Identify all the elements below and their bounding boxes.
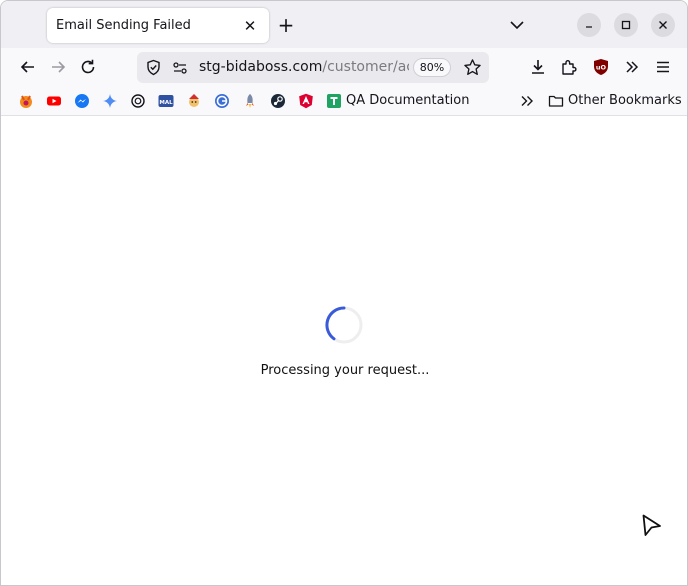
close-window-button[interactable]	[651, 13, 675, 37]
ublock-shield-icon: uO	[594, 59, 608, 75]
downloads-button[interactable]	[528, 57, 548, 77]
bookmark-fox-icon[interactable]	[18, 93, 34, 109]
bookmark-qa-documentation[interactable]: QA Documentation	[346, 93, 469, 108]
app-menu-button[interactable]	[653, 57, 673, 77]
url-path: /customer/account	[322, 59, 409, 75]
loading-spinner-icon	[325, 306, 363, 344]
active-tab[interactable]: Email Sending Failed ✕	[47, 8, 269, 43]
url-host: stg-bidaboss.com	[199, 59, 323, 75]
forward-button[interactable]	[48, 57, 68, 77]
angular-icon[interactable]	[298, 93, 314, 109]
svg-text:MAL: MAL	[159, 100, 173, 106]
maximize-icon	[621, 20, 631, 30]
steam-icon[interactable]	[270, 93, 286, 109]
ublock-origin-button[interactable]: uO	[591, 57, 611, 77]
download-icon	[532, 60, 544, 74]
bookmark-star-icon[interactable]	[463, 58, 482, 77]
forward-arrow-icon	[52, 61, 66, 73]
rocket-icon[interactable]	[242, 93, 258, 109]
chatgpt-icon[interactable]	[130, 93, 146, 109]
processing-status-text: Processing your request...	[260, 363, 430, 378]
new-tab-button[interactable]: +	[275, 13, 297, 37]
bookmarks-overflow-chevron-icon[interactable]	[519, 93, 535, 109]
minimize-button[interactable]	[577, 13, 601, 37]
browser-window: Email Sending Failed ✕ + stg-bidaboss.co…	[0, 0, 688, 586]
zoom-level-badge[interactable]: 80%	[413, 58, 451, 77]
tab-title: Email Sending Failed	[56, 18, 191, 33]
maximize-button[interactable]	[614, 13, 638, 37]
minimize-icon	[586, 26, 592, 28]
gemini-sparkle-icon[interactable]	[102, 93, 118, 109]
other-bookmarks-folder[interactable]: Other Bookmarks	[568, 93, 682, 108]
list-all-tabs-button[interactable]	[507, 15, 527, 35]
double-chevron-right-icon	[626, 61, 639, 73]
address-bar[interactable]: stg-bidaboss.com/customer/account 80%	[137, 52, 489, 83]
messenger-icon[interactable]	[74, 93, 90, 109]
tab-close-icon[interactable]: ✕	[241, 17, 259, 35]
mouse-cursor-icon	[642, 514, 661, 536]
bookmarks-toolbar: MAL QA Documentation Other Bookmarks	[1, 86, 687, 116]
close-icon	[659, 21, 667, 29]
puzzle-piece-icon	[562, 60, 577, 75]
google-sheets-icon[interactable]	[326, 93, 342, 109]
site-permissions-icon[interactable]	[172, 60, 188, 76]
extensions-button[interactable]	[559, 57, 579, 77]
back-button[interactable]	[18, 57, 38, 77]
reload-icon	[81, 59, 95, 74]
hamburger-menu-icon	[657, 61, 669, 73]
chevron-down-icon	[510, 21, 524, 30]
reload-button[interactable]	[78, 57, 98, 77]
navigation-toolbar: stg-bidaboss.com/customer/account 80% uO	[1, 48, 687, 86]
svg-text:uO: uO	[596, 64, 607, 72]
myanimelist-icon[interactable]: MAL	[158, 93, 174, 109]
page-content: Processing your request...	[1, 117, 687, 585]
back-arrow-icon	[20, 61, 34, 73]
folder-icon[interactable]	[548, 93, 564, 109]
more-tools-button[interactable]	[622, 57, 642, 77]
youtube-icon[interactable]	[46, 93, 62, 109]
shield-icon[interactable]	[145, 59, 162, 76]
tab-strip: Email Sending Failed ✕ +	[1, 1, 687, 48]
game-character-icon[interactable]	[186, 93, 202, 109]
globe-g-icon[interactable]	[214, 93, 230, 109]
url-text[interactable]: stg-bidaboss.com/customer/account	[199, 59, 409, 75]
